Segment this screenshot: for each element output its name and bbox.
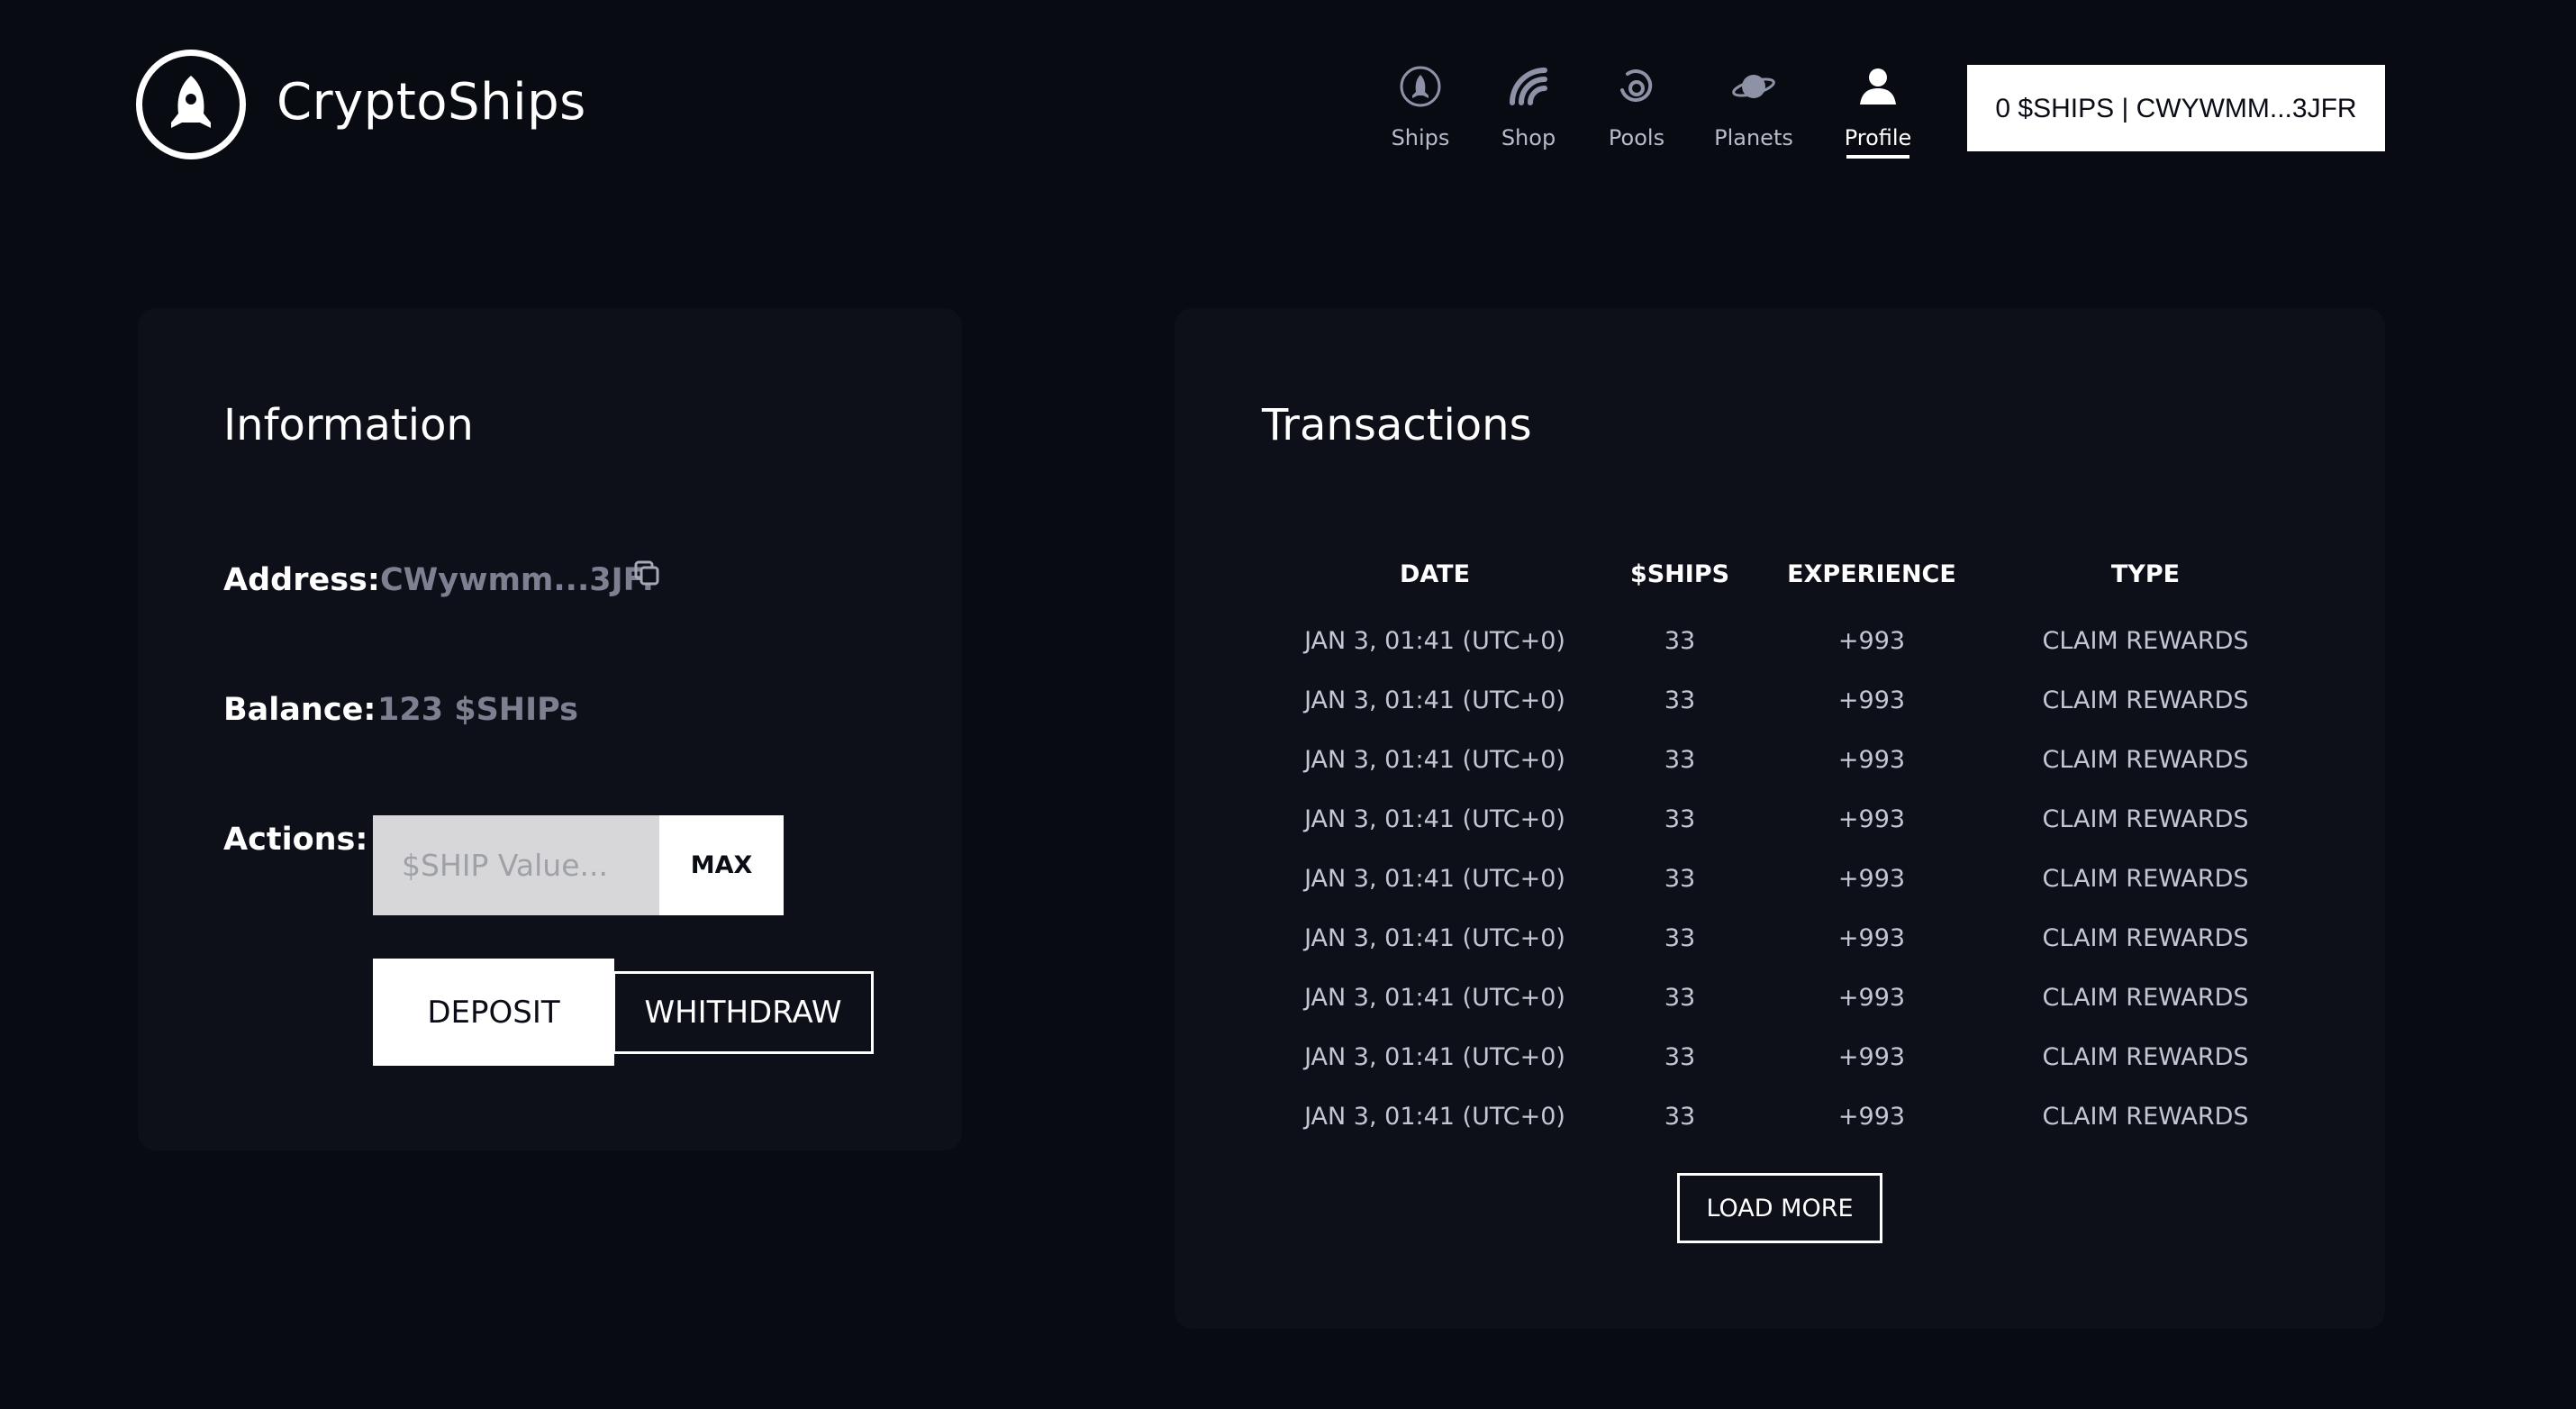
active-indicator bbox=[1846, 155, 1909, 159]
cell-ships: 33 bbox=[1664, 924, 1696, 952]
cell-date: JAN 3, 01:41 (UTC+0) bbox=[1304, 865, 1565, 893]
nav-item-shop[interactable]: Shop bbox=[1465, 59, 1592, 159]
cell-experience: +993 bbox=[1837, 865, 1906, 893]
cell-experience: +993 bbox=[1837, 686, 1906, 714]
ship-value-input[interactable] bbox=[373, 815, 661, 915]
nav-label: Pools bbox=[1608, 125, 1665, 150]
cell-experience: +993 bbox=[1837, 805, 1906, 833]
rocket-icon bbox=[171, 76, 211, 128]
cell-type: CLAIM REWARDS bbox=[2042, 627, 2249, 655]
cell-type: CLAIM REWARDS bbox=[2042, 924, 2249, 952]
cell-date: JAN 3, 01:41 (UTC+0) bbox=[1304, 1043, 1565, 1071]
nav-item-planets[interactable]: Planets bbox=[1691, 59, 1817, 159]
cell-ships: 33 bbox=[1664, 865, 1696, 893]
logo[interactable] bbox=[136, 50, 246, 159]
deposit-button[interactable]: DEPOSIT bbox=[373, 959, 614, 1066]
user-icon bbox=[1860, 68, 1896, 105]
cell-date: JAN 3, 01:41 (UTC+0) bbox=[1304, 1103, 1565, 1131]
cell-date: JAN 3, 01:41 (UTC+0) bbox=[1304, 984, 1565, 1012]
actions-label: Actions: bbox=[223, 822, 368, 858]
cell-type: CLAIM REWARDS bbox=[2042, 984, 2249, 1012]
nav-item-pools[interactable]: Pools bbox=[1574, 59, 1700, 159]
column-header-type: TYPE bbox=[2110, 560, 2181, 588]
nav-label: Profile bbox=[1844, 125, 1912, 150]
cell-experience: +993 bbox=[1837, 924, 1906, 952]
column-header-date: DATE bbox=[1399, 560, 1471, 588]
cell-ships: 33 bbox=[1664, 984, 1696, 1012]
wallet-button[interactable]: 0 $SHIPS | CWYWMM...3JFR bbox=[1967, 65, 2385, 151]
cell-ships: 33 bbox=[1664, 746, 1696, 774]
nav-label: Planets bbox=[1714, 125, 1793, 150]
column-header-ships: $SHIPS bbox=[1629, 560, 1730, 588]
cell-type: CLAIM REWARDS bbox=[2042, 805, 2249, 833]
cell-experience: +993 bbox=[1837, 1103, 1906, 1131]
cell-ships: 33 bbox=[1664, 627, 1696, 655]
balance-value: 123 $SHIPs bbox=[377, 692, 578, 728]
cell-date: JAN 3, 01:41 (UTC+0) bbox=[1304, 686, 1565, 714]
cell-type: CLAIM REWARDS bbox=[2042, 1043, 2249, 1071]
information-title: Information bbox=[223, 400, 474, 450]
nav-item-ships[interactable]: Ships bbox=[1357, 59, 1483, 159]
cell-experience: +993 bbox=[1837, 984, 1906, 1012]
nav-label: Ships bbox=[1391, 125, 1450, 150]
cell-experience: +993 bbox=[1837, 746, 1906, 774]
brand-name[interactable]: CryptoShips bbox=[277, 70, 586, 135]
pool-icon bbox=[1620, 69, 1653, 103]
cell-ships: 33 bbox=[1664, 1043, 1696, 1071]
cell-date: JAN 3, 01:41 (UTC+0) bbox=[1304, 627, 1565, 655]
balance-label: Balance: bbox=[223, 692, 376, 728]
cell-type: CLAIM REWARDS bbox=[2042, 686, 2249, 714]
cell-ships: 33 bbox=[1664, 1103, 1696, 1131]
cell-date: JAN 3, 01:41 (UTC+0) bbox=[1304, 805, 1565, 833]
cell-experience: +993 bbox=[1837, 1043, 1906, 1071]
rocket-circle-icon bbox=[1400, 66, 1441, 107]
cell-date: JAN 3, 01:41 (UTC+0) bbox=[1304, 924, 1565, 952]
cell-ships: 33 bbox=[1664, 686, 1696, 714]
planet-icon bbox=[1732, 75, 1775, 98]
cell-experience: +993 bbox=[1837, 627, 1906, 655]
cell-date: JAN 3, 01:41 (UTC+0) bbox=[1304, 746, 1565, 774]
address-label: Address: bbox=[223, 562, 380, 598]
cell-type: CLAIM REWARDS bbox=[2042, 1103, 2249, 1131]
signal-icon bbox=[1510, 68, 1547, 105]
load-more-button[interactable]: LOAD MORE bbox=[1677, 1173, 1882, 1243]
nav-label: Shop bbox=[1501, 125, 1556, 150]
nav-item-profile[interactable]: Profile bbox=[1815, 59, 1941, 159]
withdraw-button[interactable]: WHITHDRAW bbox=[612, 971, 874, 1054]
cell-ships: 33 bbox=[1664, 805, 1696, 833]
copy-icon[interactable] bbox=[632, 559, 661, 587]
column-header-experience: EXPERIENCE bbox=[1787, 560, 1956, 588]
cell-type: CLAIM REWARDS bbox=[2042, 746, 2249, 774]
transactions-title: Transactions bbox=[1262, 400, 1532, 450]
cell-type: CLAIM REWARDS bbox=[2042, 865, 2249, 893]
max-button[interactable]: MAX bbox=[659, 815, 784, 915]
address-value: CWywmm...3JFr bbox=[380, 562, 658, 598]
